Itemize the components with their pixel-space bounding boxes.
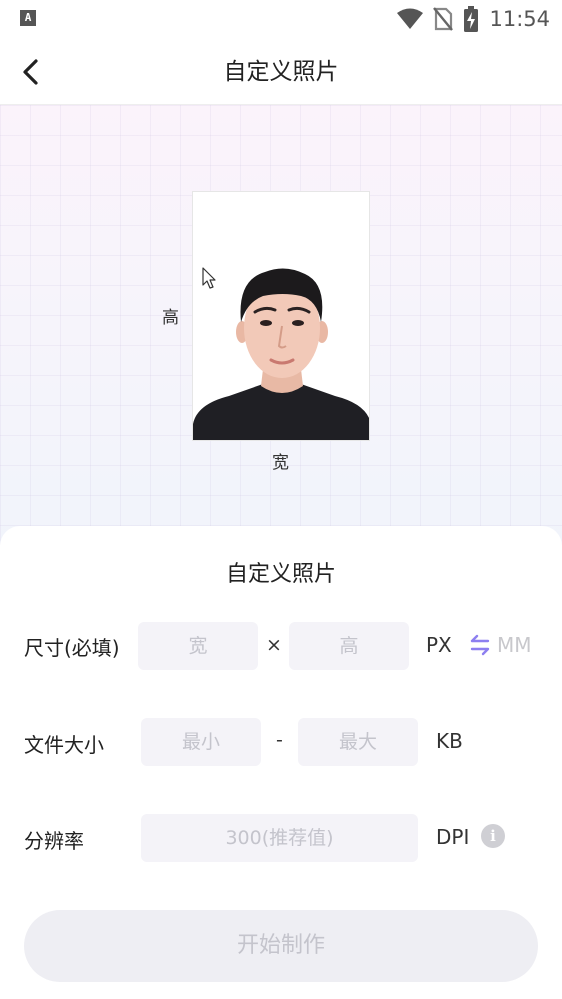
status-icons: 11:54 [397,6,550,32]
unit-mm-option[interactable]: MM [497,633,532,657]
mouse-pointer-icon [202,267,216,289]
custom-photo-form: 自定义照片 尺寸(必填) × PX MM 文件大小 - KB 分辨率 DPI i… [0,526,562,999]
height-label: 高 [162,308,179,328]
max-size-input[interactable] [298,718,418,766]
start-making-button[interactable]: 开始制作 [24,910,538,982]
nav-bar: 自定义照片 [0,40,562,105]
id-photo-preview [192,191,370,441]
kb-unit: KB [436,729,463,753]
size-range-separator: - [276,729,283,751]
width-label: 宽 [272,453,289,473]
file-size-label: 文件大小 [24,733,104,757]
status-bar: A 11:54 [0,0,562,40]
swap-unit-icon[interactable] [469,634,491,656]
resolution-label: 分辨率 [24,829,84,853]
app-notification-icon: A [20,10,36,26]
battery-charging-icon [464,6,479,32]
portrait-photo [193,192,369,440]
no-sim-icon [433,7,454,31]
photo-preview-area: 高 宽 [0,105,562,545]
info-icon[interactable]: i [481,824,505,848]
size-label: 尺寸(必填) [24,636,120,660]
clock-time: 11:54 [489,7,550,31]
dpi-unit: DPI [436,825,470,849]
min-size-input[interactable] [141,718,261,766]
form-title: 自定义照片 [225,562,336,587]
page-title: 自定义照片 [223,59,339,85]
size-times-separator: × [266,634,282,656]
height-input[interactable] [289,622,409,670]
dpi-input[interactable] [141,814,418,862]
width-input[interactable] [138,622,258,670]
unit-px-option[interactable]: PX [426,633,452,657]
wifi-icon [397,8,424,29]
